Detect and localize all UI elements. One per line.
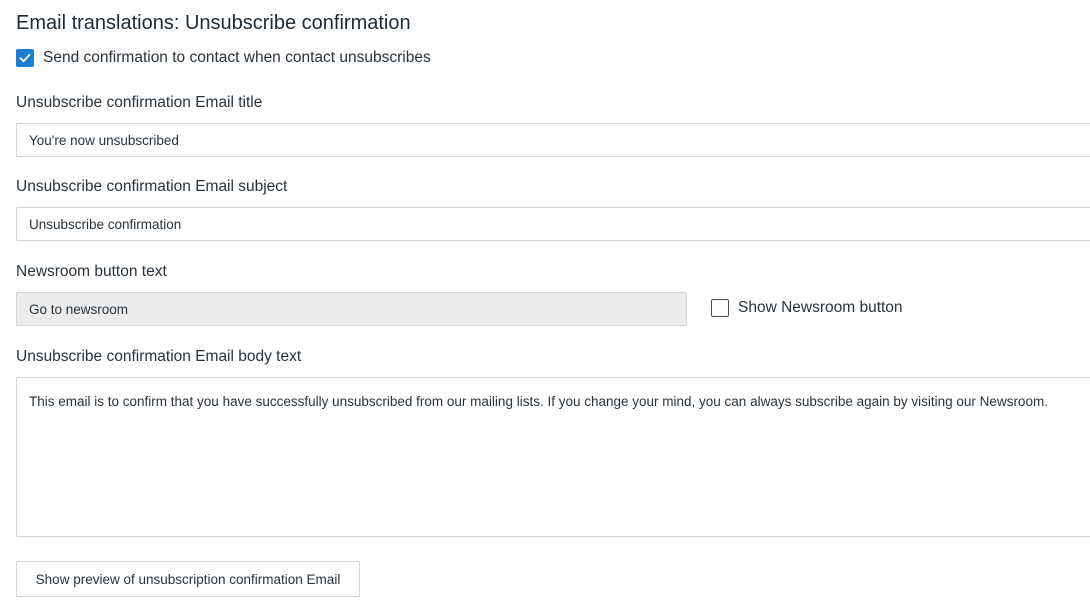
checkmark-icon [19, 53, 31, 63]
email-subject-input[interactable] [16, 207, 1090, 241]
newsroom-button-text-label: Newsroom button text [16, 263, 167, 280]
show-newsroom-checkbox[interactable] [711, 299, 729, 317]
send-confirmation-checkbox[interactable] [16, 49, 34, 67]
send-confirmation-row[interactable]: Send confirmation to contact when contac… [16, 49, 431, 67]
email-title-input[interactable] [16, 123, 1090, 157]
email-title-label: Unsubscribe confirmation Email title [16, 94, 263, 111]
show-newsroom-row[interactable]: Show Newsroom button [711, 299, 903, 317]
email-body-label: Unsubscribe confirmation Email body text [16, 348, 302, 365]
page-title: Email translations: Unsubscribe confirma… [16, 12, 411, 34]
show-newsroom-label: Show Newsroom button [738, 299, 903, 316]
send-confirmation-label: Send confirmation to contact when contac… [43, 49, 431, 66]
email-body-textarea[interactable]: This email is to confirm that you have s… [16, 377, 1090, 537]
email-subject-label: Unsubscribe confirmation Email subject [16, 178, 288, 195]
show-preview-button[interactable]: Show preview of unsubscription confirmat… [16, 561, 360, 597]
newsroom-button-text-input [16, 292, 687, 326]
